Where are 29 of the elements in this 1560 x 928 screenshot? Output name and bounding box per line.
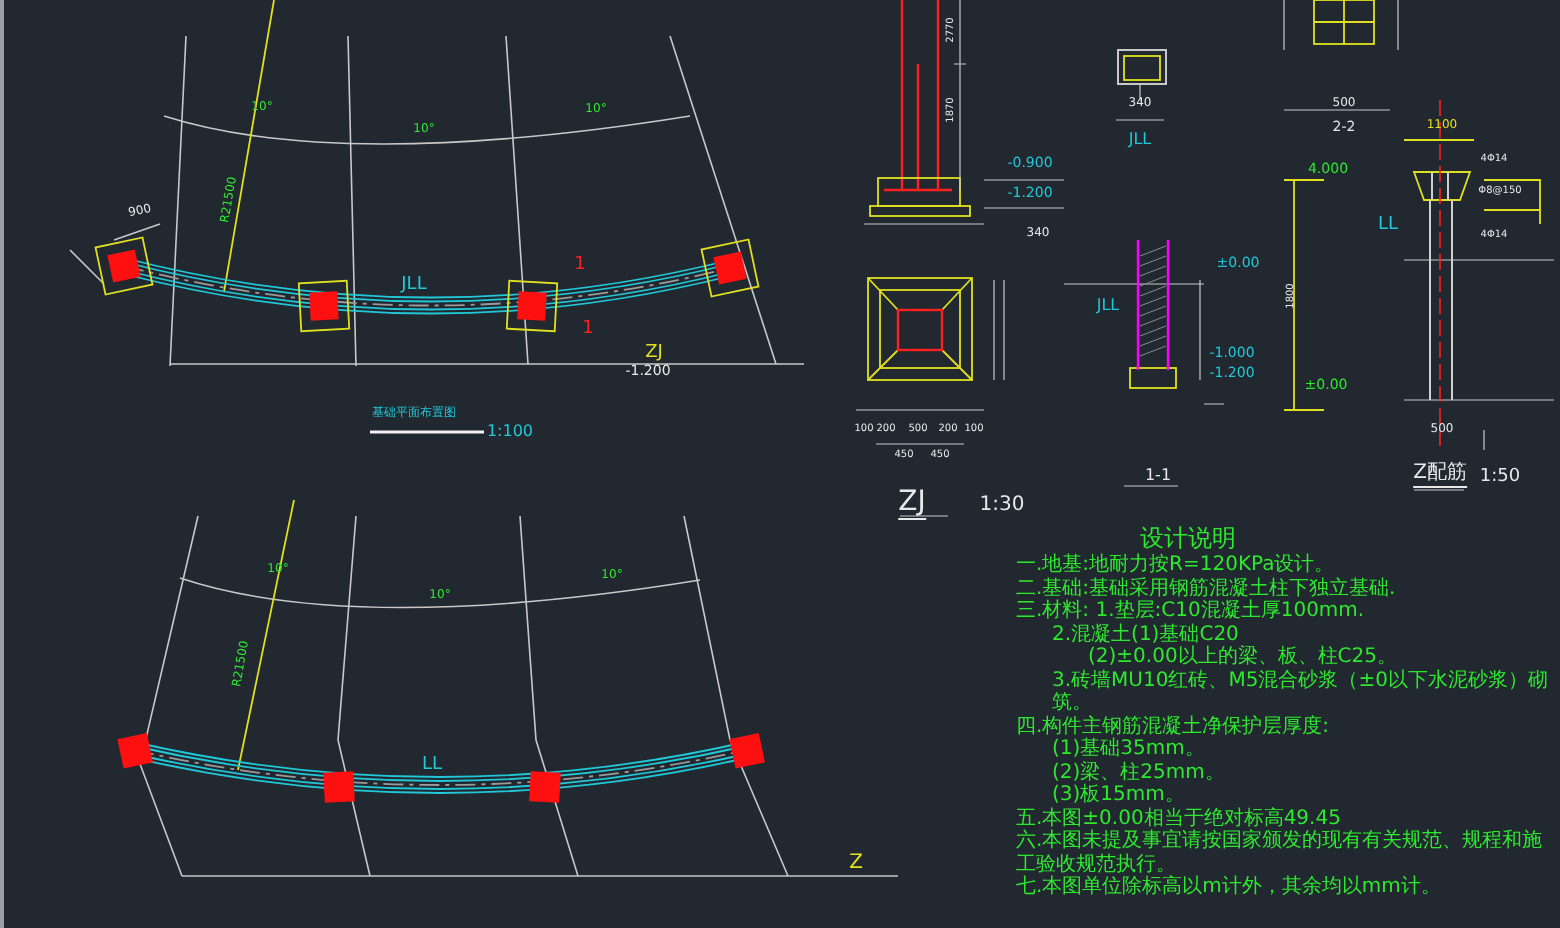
note-line: 七.本图单位除标高以m计外，其余均以mm计。 (1016, 876, 1443, 899)
scale-label: 1:100 (486, 424, 534, 440)
detail-title: ZJ (898, 488, 926, 520)
scale-label: 1:30 (979, 496, 1025, 516)
section-mark: 1 (574, 257, 586, 275)
dimension-label: JLL (1128, 132, 1152, 148)
scale-label: 1:50 (1479, 469, 1521, 487)
note-line: (1)基础35mm。 (1050, 738, 1207, 761)
note-line: (3)板15mm。 (1050, 784, 1187, 807)
footing-label: ZJ (645, 345, 663, 363)
beam-label: JLL (401, 277, 427, 295)
note-line: 二.基础:基础采用钢筋混凝土柱下独立基础. (1016, 577, 1398, 599)
note-line: 一.地基:地耐力按R=120KPa设计。 (1016, 554, 1337, 577)
note-line: 2.混凝土(1)基础C20 (1050, 623, 1241, 645)
detail-title: Z配筋 (1413, 464, 1467, 488)
dimension-label: LL (1377, 217, 1399, 235)
note-line: 六.本图未提及事宜请按国家颁发的现有有关规范、规程和施工验收规范执行。 (1016, 830, 1545, 875)
note-line: 3.砖墙MU10红砖、M5混合砂浆（±0以下水泥砂浆）砌筑。 (1050, 669, 1550, 715)
beam-label: LL (421, 757, 443, 775)
note-line: 三.材料: 1.垫层:C10混凝土厚100mm. (1016, 600, 1367, 623)
column-label: Z (849, 854, 863, 874)
dimension-label: JLL (1096, 298, 1120, 314)
notes-title: 设计说明 (1138, 524, 1238, 553)
note-line: (2)±0.00以上的梁、板、柱C25。 (1086, 646, 1400, 669)
note-line: 四.构件主钢筋混凝土净保护层厚度: (1016, 715, 1332, 737)
note-line: 五.本图±0.00相当于绝对标高49.45 (1016, 807, 1343, 829)
note-line: (2)梁、柱25mm。 (1050, 761, 1227, 783)
dimension-label: 1-1 (1144, 468, 1172, 484)
section-mark: 1 (582, 321, 594, 339)
